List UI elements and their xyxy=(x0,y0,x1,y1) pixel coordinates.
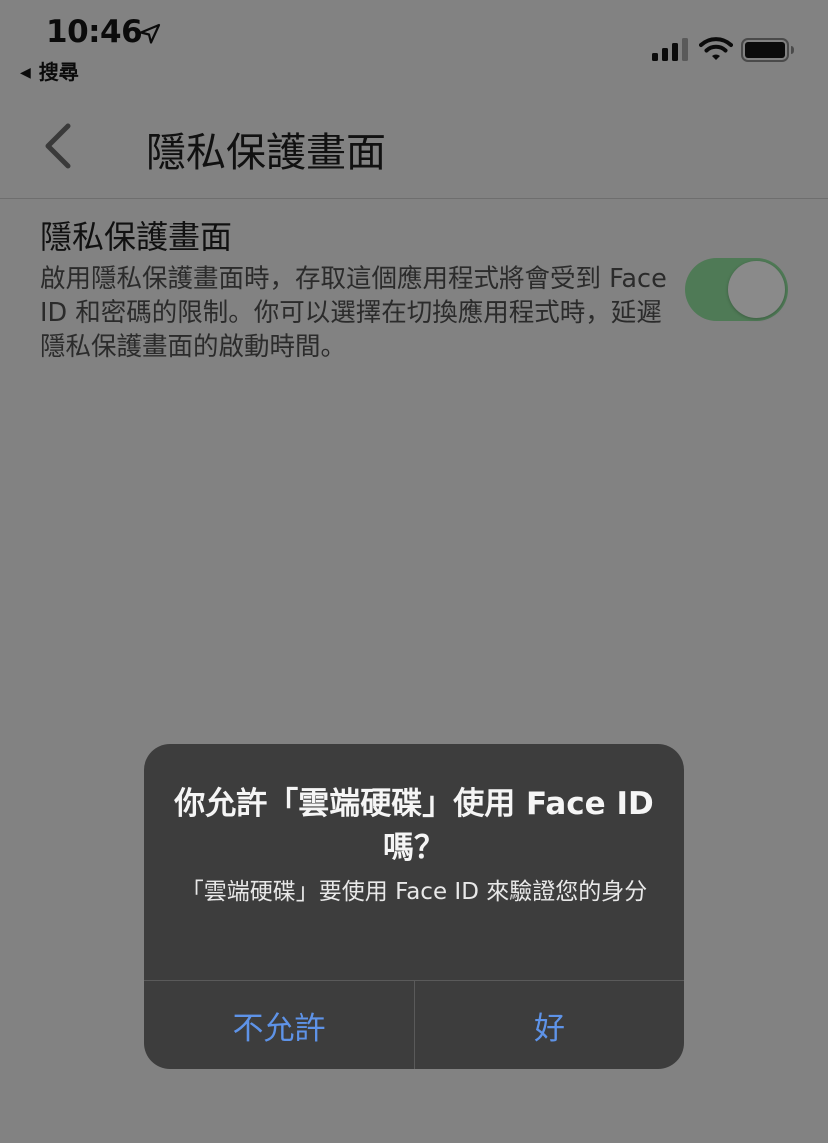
back-triangle-icon: ◀ xyxy=(20,65,31,81)
setting-title: 隱私保護畫面 xyxy=(40,218,233,256)
navigation-bar: 隱私保護畫面 xyxy=(0,100,828,199)
wifi-icon xyxy=(699,37,733,60)
dialog-message: 「雲端硬碟」要使用 Face ID 來驗證您的身分 xyxy=(180,879,648,905)
chevron-left-icon[interactable] xyxy=(40,122,76,170)
status-time: 10:46 xyxy=(46,14,143,50)
location-arrow-icon xyxy=(139,23,161,44)
cellular-signal-icon xyxy=(652,38,688,61)
ok-button[interactable]: 好 xyxy=(415,981,684,1069)
back-app-label: 搜尋 xyxy=(38,60,79,84)
setting-description: 啟用隱私保護畫面時，存取這個應用程式將會受到 Face ID 和密碼的限制。你可… xyxy=(40,264,667,362)
dialog-title: 你允許「雲端硬碟」使用 Face ID 嗎？ xyxy=(174,786,654,866)
face-id-permission-dialog: 你允許「雲端硬碟」使用 Face ID 嗎？ 「雲端硬碟」要使用 Face ID… xyxy=(144,744,684,1069)
dont-allow-button[interactable]: 不允許 xyxy=(144,981,414,1069)
privacy-screen-toggle[interactable] xyxy=(685,258,788,321)
page-title: 隱私保護畫面 xyxy=(146,130,386,176)
back-to-app-link[interactable]: ◀ 搜尋 xyxy=(20,56,79,85)
status-bar: 10:46 ◀ 搜尋 xyxy=(0,0,828,90)
toggle-knob xyxy=(728,261,785,318)
battery-icon xyxy=(741,38,794,62)
